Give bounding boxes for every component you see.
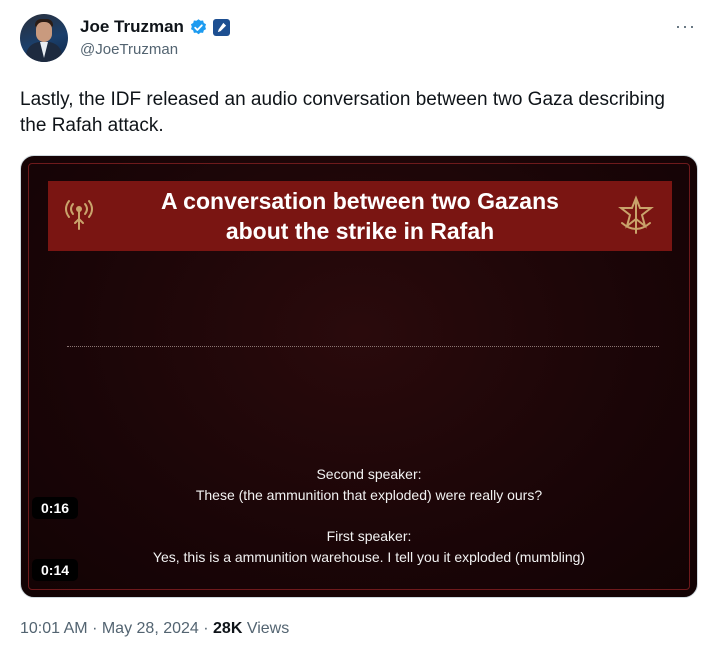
avatar-face bbox=[36, 22, 52, 42]
caption-line: Yes, this is a ammunition warehouse. I t… bbox=[152, 549, 586, 565]
tweet-date[interactable]: May 28, 2024 bbox=[102, 620, 199, 637]
tweet-header: Joe Truzman @JoeTruzman ··· bbox=[20, 14, 700, 66]
affiliation-logo-icon bbox=[217, 22, 227, 32]
tweet-meta: 10:01 AM · May 28, 2024 · 28K Views bbox=[20, 620, 289, 638]
caption-block: Second speaker: These (the ammunition th… bbox=[81, 464, 657, 506]
verified-badge-icon[interactable] bbox=[189, 18, 208, 37]
views-label: Views bbox=[246, 620, 290, 637]
tweet-text: Lastly, the IDF released an audio conver… bbox=[20, 89, 665, 136]
affiliation-badge-icon[interactable] bbox=[212, 18, 230, 36]
timestamp-badge: 0:16 bbox=[32, 497, 79, 519]
audio-waveform-line bbox=[67, 346, 659, 347]
idf-emblem-icon bbox=[618, 195, 654, 234]
more-options-icon[interactable]: ··· bbox=[675, 16, 696, 37]
caption-block: First speaker: Yes, this is a ammunition… bbox=[81, 526, 657, 568]
caption-speaker: Second speaker: bbox=[316, 466, 422, 482]
video-player[interactable]: A conversation between two Gazans about … bbox=[20, 155, 698, 598]
video-banner: A conversation between two Gazans about … bbox=[48, 181, 672, 251]
avatar[interactable] bbox=[20, 14, 68, 62]
signal-emblem-icon bbox=[65, 200, 93, 230]
caption-speaker: First speaker: bbox=[326, 528, 412, 544]
handle[interactable]: @JoeTruzman bbox=[80, 41, 178, 58]
name-row: Joe Truzman bbox=[80, 16, 230, 38]
meta-separator: · bbox=[92, 620, 98, 637]
tweet-time[interactable]: 10:01 AM bbox=[20, 620, 88, 637]
views-count: 28K bbox=[213, 620, 243, 637]
display-name[interactable]: Joe Truzman bbox=[80, 17, 184, 37]
caption-line: These (the ammunition that exploded) wer… bbox=[195, 487, 543, 503]
banner-title: A conversation between two Gazans about … bbox=[161, 188, 559, 244]
meta-separator: · bbox=[203, 620, 209, 637]
timestamp-badge: 0:14 bbox=[32, 559, 79, 581]
